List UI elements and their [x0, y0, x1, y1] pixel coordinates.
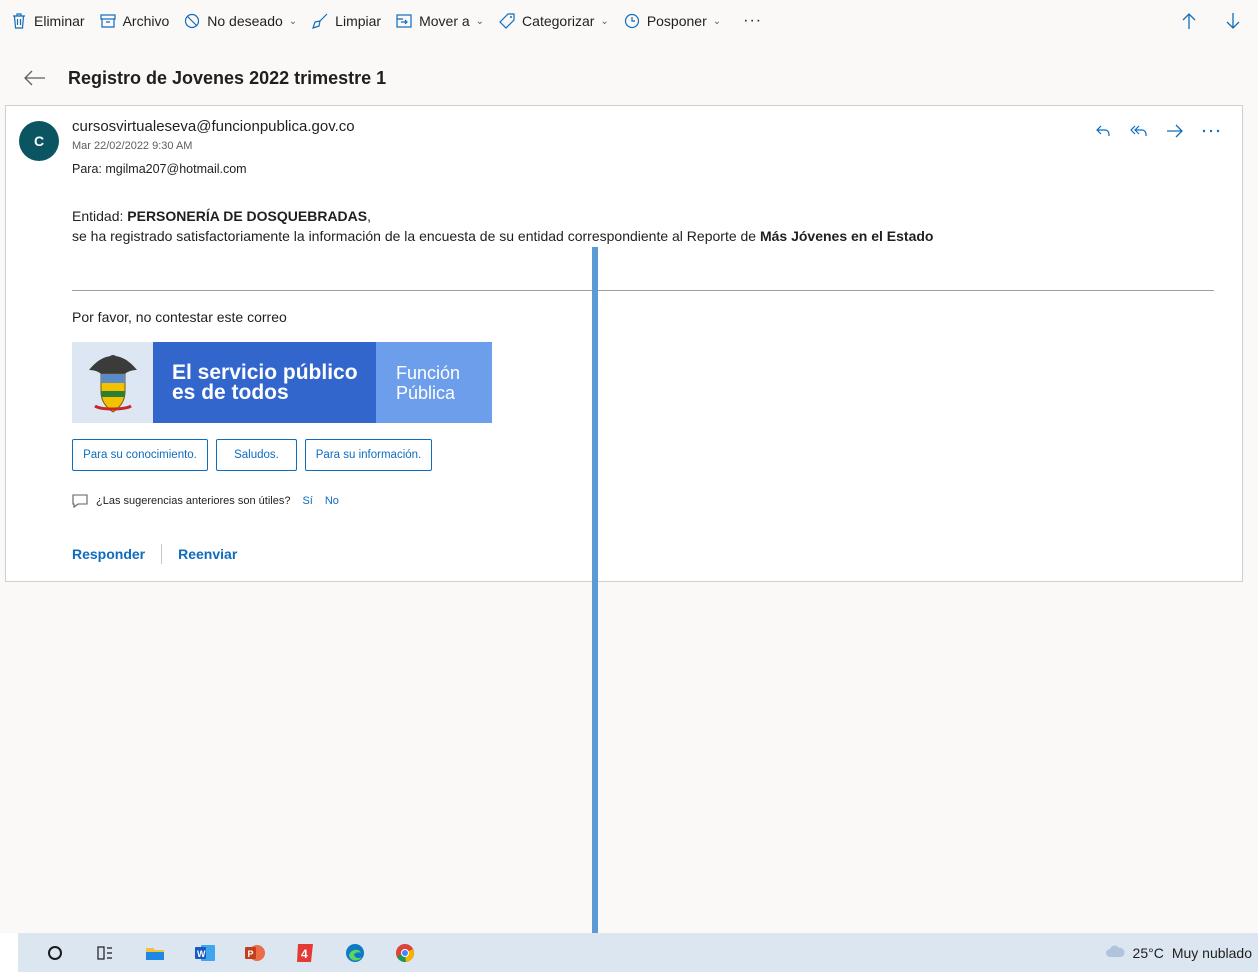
search-circle-icon[interactable] [30, 933, 80, 972]
clock-icon [623, 12, 641, 30]
registration-text: se ha registrado satisfactoriamente la i… [72, 228, 760, 244]
weather-widget[interactable]: 25°C Muy nublado [1105, 933, 1252, 972]
move-to-label: Mover a [419, 13, 470, 29]
snooze-label: Posponer [646, 13, 707, 29]
funcion-publica-banner: El servicio público es de todos Función … [72, 342, 492, 423]
message-actions [1092, 120, 1222, 142]
reply-icon[interactable] [1092, 120, 1114, 142]
categorize-button[interactable]: Categorizar ⌄ [494, 0, 619, 42]
back-arrow-icon[interactable] [22, 65, 48, 91]
reply-link[interactable]: Responder [72, 546, 145, 562]
block-icon [183, 12, 201, 30]
chevron-down-icon: ⌄ [288, 15, 298, 27]
coat-of-arms-icon [72, 342, 153, 423]
no-reply-note: Por favor, no contestar este correo [72, 309, 287, 325]
word-icon[interactable]: W [180, 933, 230, 972]
message-card: C cursosvirtualeseva@funcionpublica.gov.… [5, 105, 1243, 582]
powerpoint-icon[interactable]: P [230, 933, 280, 972]
more-icon[interactable] [1200, 120, 1222, 142]
quick-reply-button[interactable]: Para su información. [305, 439, 432, 471]
message-body: Entidad: PERSONERÍA DE DOSQUEBRADAS, se … [72, 206, 934, 246]
cloud-icon [1105, 944, 1125, 961]
file-explorer-icon[interactable] [130, 933, 180, 972]
reply-all-icon[interactable] [1128, 120, 1150, 142]
entity-label: Entidad: [72, 208, 128, 224]
junk-button[interactable]: No deseado ⌄ [179, 0, 307, 42]
categorize-label: Categorizar [522, 13, 595, 29]
snooze-button[interactable]: Posponer ⌄ [619, 0, 731, 42]
arrow-up-icon[interactable] [1178, 10, 1200, 32]
chevron-down-icon: ⌄ [600, 15, 609, 27]
quick-reply-button[interactable]: Saludos. [216, 439, 297, 471]
feedback-no-link[interactable]: No [325, 495, 339, 507]
separator [161, 544, 163, 564]
move-to-button[interactable]: Mover a ⌄ [391, 0, 494, 42]
banner-line-2: es de todos [172, 380, 289, 404]
message-navigation [1178, 0, 1244, 42]
forward-link[interactable]: Reenviar [178, 546, 237, 562]
recipient-address[interactable]: mgilma207@hotmail.com [105, 162, 246, 176]
banner-line-1: El servicio público [172, 360, 358, 384]
quick-reply-button[interactable]: Para su conocimiento. [72, 439, 208, 471]
more-options-button[interactable]: ··· [731, 12, 774, 30]
app-4-icon[interactable]: 4 [280, 933, 330, 972]
windows-taskbar: W P 4 25°C Muy nublado [0, 933, 1258, 972]
chrome-icon[interactable] [380, 933, 430, 972]
subject-row: Registro de Jovenes 2022 trimestre 1 [0, 58, 386, 98]
forward-icon[interactable] [1164, 120, 1186, 142]
archive-icon [99, 12, 117, 30]
to-label: Para: [72, 162, 102, 176]
report-name: Más Jóvenes en el Estado [759, 228, 934, 244]
entity-suffix: , [367, 208, 372, 224]
banner-slogan: El servicio público es de todos [153, 342, 376, 423]
recipient-line: Para: mgilma207@hotmail.com [72, 162, 247, 176]
weather-desc: Muy nublado [1171, 944, 1252, 961]
command-toolbar: Eliminar Archivo No deseado ⌄ Limpiar Mo… [0, 0, 1258, 42]
annotation-line [592, 247, 598, 972]
weather-temp: 25°C [1132, 944, 1164, 961]
archive-label: Archivo [122, 13, 170, 29]
svg-text:P: P [248, 949, 254, 959]
message-date: Mar 22/02/2022 9:30 AM [72, 140, 193, 152]
delete-label: Eliminar [34, 13, 85, 29]
registration-line: se ha registrado satisfactoriamente la i… [72, 226, 934, 246]
folder-move-icon [395, 12, 413, 30]
reply-actions: Responder Reenviar [72, 544, 237, 564]
message-subject: Registro de Jovenes 2022 trimestre 1 [68, 67, 387, 88]
banner-brand-2: Pública [396, 382, 456, 403]
chevron-down-icon: ⌄ [712, 15, 722, 27]
banner-brand: Función Pública [376, 342, 492, 423]
entity-line: Entidad: PERSONERÍA DE DOSQUEBRADAS, [72, 206, 934, 226]
trash-icon [10, 12, 28, 30]
svg-text:4: 4 [301, 947, 308, 961]
task-view-icon[interactable] [80, 933, 130, 972]
sweep-label: Limpiar [335, 13, 382, 29]
tag-icon [498, 12, 516, 30]
divider [72, 290, 1214, 291]
taskbar-apps: W P 4 [30, 933, 430, 972]
junk-label: No deseado [207, 13, 283, 29]
comment-icon [72, 494, 88, 508]
suggestion-feedback: ¿Las sugerencias anteriores son útiles? … [72, 494, 339, 508]
banner-brand-1: Función [396, 362, 461, 383]
sender-address[interactable]: cursosvirtualeseva@funcionpublica.gov.co [72, 118, 355, 135]
start-area[interactable] [0, 933, 18, 972]
entity-name: PERSONERÍA DE DOSQUEBRADAS [127, 208, 368, 224]
feedback-yes-link[interactable]: Sí [302, 495, 312, 507]
broom-icon [311, 12, 329, 30]
archive-button[interactable]: Archivo [95, 0, 180, 42]
svg-text:W: W [197, 949, 206, 959]
sweep-button[interactable]: Limpiar [307, 0, 391, 42]
arrow-down-icon[interactable] [1222, 10, 1244, 32]
edge-icon[interactable] [330, 933, 380, 972]
chevron-down-icon: ⌄ [475, 15, 485, 27]
delete-button[interactable]: Eliminar [6, 0, 95, 42]
feedback-question: ¿Las sugerencias anteriores son útiles? [96, 495, 291, 507]
avatar[interactable]: C [19, 121, 59, 161]
